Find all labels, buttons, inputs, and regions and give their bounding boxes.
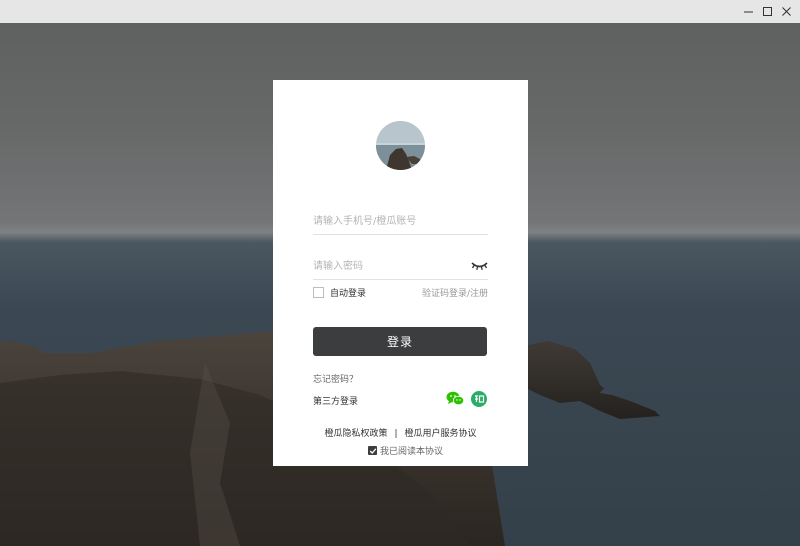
avatar-image	[376, 121, 425, 170]
forgot-password-link[interactable]: 忘记密码？	[313, 372, 358, 385]
auto-login: 自动登录	[313, 286, 366, 299]
privacy-policy-link[interactable]: 橙瓜隐私权政策	[324, 429, 387, 439]
eye-closed-icon[interactable]	[471, 261, 488, 271]
check-icon	[369, 447, 376, 454]
chengzi-icon[interactable]	[471, 391, 487, 407]
minimize-icon	[743, 11, 753, 13]
third-party-login-label: 第三方登录	[313, 397, 359, 407]
login-button[interactable]: 登录	[313, 327, 487, 356]
close-button[interactable]	[775, 0, 797, 23]
wechat-icon[interactable]	[446, 391, 464, 406]
account-field	[313, 210, 488, 235]
link-separator: |	[394, 429, 398, 439]
password-field	[313, 255, 488, 280]
password-input[interactable]	[313, 255, 463, 277]
account-input[interactable]	[313, 210, 463, 232]
sms-login-link[interactable]: 验证码登录/注册	[422, 286, 488, 299]
window-titlebar	[0, 0, 800, 23]
policy-links: 橙瓜隐私权政策 | 橙瓜用户服务协议	[273, 426, 528, 439]
agreement: 我已阅读本协议	[368, 444, 443, 457]
avatar	[376, 121, 425, 170]
login-card: 自动登录 验证码登录/注册 登录 忘记密码？ 第三方登录 橙瓜隐私权政策 | 橙瓜用…	[273, 80, 528, 466]
close-icon	[781, 7, 791, 16]
auto-login-checkbox[interactable]	[313, 287, 324, 298]
agreement-checkbox[interactable]	[368, 446, 377, 455]
agreement-label: 我已阅读本协议	[380, 447, 444, 457]
user-agreement-link[interactable]: 橙瓜用户服务协议	[405, 429, 477, 439]
maximize-icon	[762, 7, 772, 16]
auto-login-label: 自动登录	[330, 289, 367, 299]
